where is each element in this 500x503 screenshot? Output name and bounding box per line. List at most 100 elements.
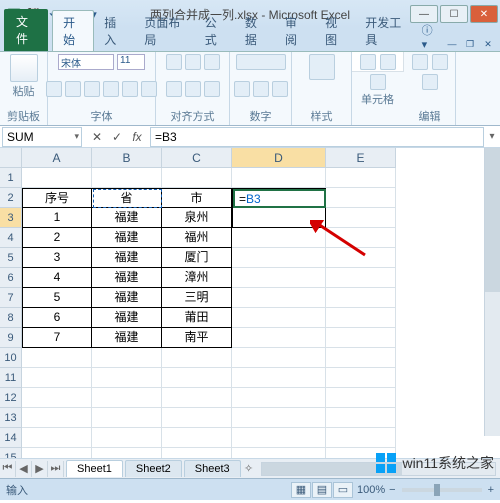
doc-minimize-icon[interactable]: — [444,37,460,51]
row-header[interactable]: 13 [0,408,22,428]
cell[interactable] [22,348,92,368]
cell[interactable] [326,428,396,448]
insert-cell-icon[interactable] [360,54,376,70]
font-name-select[interactable]: 宋体 [58,54,114,70]
sheet-tab-3[interactable]: Sheet3 [184,460,241,477]
cell[interactable] [92,428,162,448]
formula-input[interactable]: =B3 [150,127,484,147]
row-header[interactable]: 11 [0,368,22,388]
align-left-icon[interactable] [166,81,182,97]
row-header[interactable]: 9 [0,328,22,348]
fill-color-icon[interactable] [122,81,138,97]
cell[interactable]: 厦门 [162,248,232,268]
autosum-icon[interactable] [412,54,428,70]
cell[interactable] [162,348,232,368]
tab-data[interactable]: 数据 [235,11,275,51]
cell[interactable] [22,428,92,448]
row-header[interactable]: 12 [0,388,22,408]
worksheet-grid[interactable]: A B C D E 1 2 序号 省 市 所在省市 3 1 福建 泉州 4 2福… [0,148,500,458]
vertical-scrollbar[interactable] [484,148,500,436]
cancel-formula-icon[interactable]: ✕ [88,128,106,146]
cell[interactable] [92,168,162,188]
cell[interactable]: 6 [22,308,92,328]
col-header-C[interactable]: C [162,148,232,168]
cell[interactable] [232,368,326,388]
row-header[interactable]: 8 [0,308,22,328]
cell[interactable] [232,248,326,268]
new-sheet-icon[interactable]: ✧ [241,461,257,477]
cell[interactable] [326,328,396,348]
bold-icon[interactable] [46,81,62,97]
cell[interactable] [326,348,396,368]
page-layout-view-icon[interactable]: ▤ [312,482,332,498]
col-header-D[interactable]: D [232,148,326,168]
align-top-icon[interactable] [166,54,182,70]
cell[interactable] [22,168,92,188]
cell[interactable]: 福建 [92,328,162,348]
cell[interactable] [232,448,326,458]
cell[interactable] [92,388,162,408]
cell[interactable]: 5 [22,288,92,308]
doc-restore-icon[interactable]: ❐ [462,37,478,51]
sheet-nav-last-icon[interactable]: ⏭ [48,461,64,477]
cell[interactable] [22,388,92,408]
zoom-slider[interactable] [402,488,482,492]
enter-formula-icon[interactable]: ✓ [108,128,126,146]
cell[interactable] [162,408,232,428]
sheet-nav-next-icon[interactable]: ▶ [32,461,48,477]
tab-layout[interactable]: 页面布局 [134,11,194,51]
col-header-B[interactable]: B [92,148,162,168]
cell[interactable] [326,308,396,328]
cell[interactable]: 7 [22,328,92,348]
row-header[interactable]: 7 [0,288,22,308]
doc-close-icon[interactable]: ✕ [480,37,496,51]
cell[interactable]: 莆田 [162,308,232,328]
cell[interactable] [326,248,396,268]
cell[interactable] [92,408,162,428]
format-cell-icon[interactable] [370,74,386,90]
col-header-A[interactable]: A [22,148,92,168]
paste-icon[interactable] [10,54,38,82]
cell[interactable]: 4 [22,268,92,288]
cell[interactable] [232,308,326,328]
percent-icon[interactable] [234,81,250,97]
cell[interactable] [162,448,232,458]
styles-icon[interactable] [309,54,335,80]
row-header[interactable]: 1 [0,168,22,188]
cell[interactable] [162,388,232,408]
tab-view[interactable]: 视图 [315,11,355,51]
cell[interactable] [162,368,232,388]
sheet-nav-prev-icon[interactable]: ◀ [16,461,32,477]
cell[interactable]: 福建 [92,228,162,248]
cell[interactable] [326,368,396,388]
cell[interactable] [326,268,396,288]
tab-formulas[interactable]: 公式 [195,11,235,51]
underline-icon[interactable] [84,81,100,97]
cell[interactable]: 泉州 [162,208,232,228]
cell[interactable] [232,228,326,248]
cell[interactable] [22,408,92,428]
fx-icon[interactable]: fx [128,128,146,146]
cell[interactable] [326,408,396,428]
cell[interactable]: 福建 [92,268,162,288]
align-mid-icon[interactable] [185,54,201,70]
comma-icon[interactable] [253,81,269,97]
row-header[interactable]: 15 [0,448,22,458]
row-header[interactable]: 4 [0,228,22,248]
cell[interactable] [232,428,326,448]
normal-view-icon[interactable]: ▦ [291,482,311,498]
cell[interactable] [326,388,396,408]
zoom-thumb[interactable] [434,484,440,496]
cell[interactable] [232,408,326,428]
cell[interactable] [92,368,162,388]
name-box[interactable]: SUM ▾ [2,127,82,147]
border-icon[interactable] [103,81,119,97]
cell-D3[interactable] [232,208,326,228]
zoom-out-icon[interactable]: − [389,484,395,496]
cell[interactable] [232,348,326,368]
row-header[interactable]: 2 [0,188,22,208]
cell[interactable]: 市 [162,188,232,208]
sheet-nav-first-icon[interactable]: ⏮ [0,461,16,477]
cell[interactable] [326,188,396,208]
cell[interactable] [22,448,92,458]
